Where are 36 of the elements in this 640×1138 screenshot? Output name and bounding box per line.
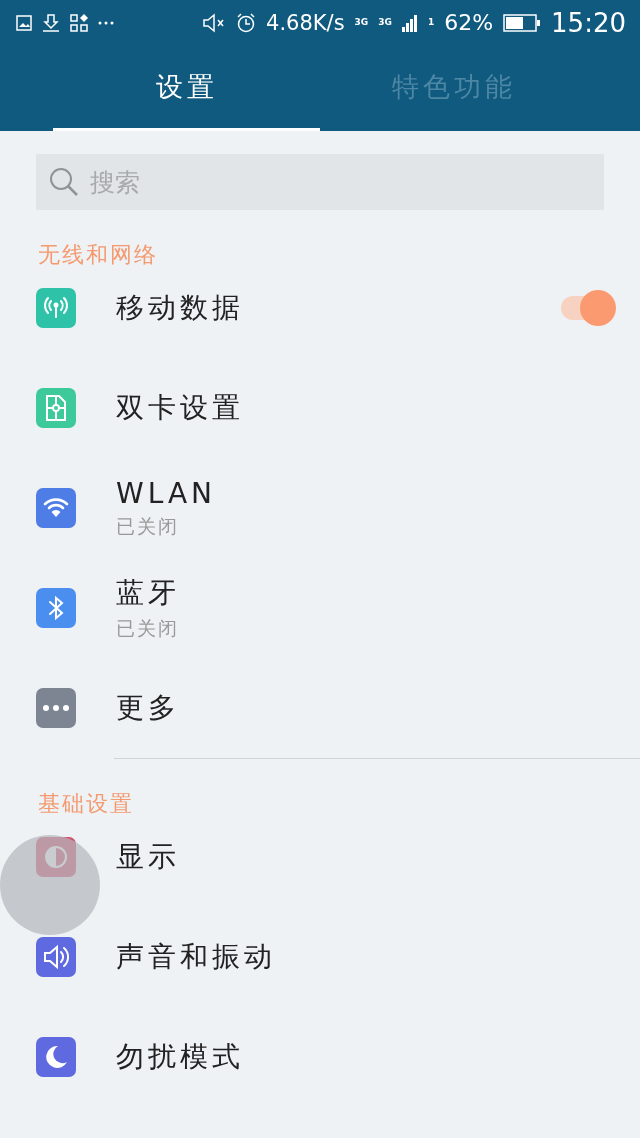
sim-icon bbox=[36, 388, 76, 428]
network-type: 3G bbox=[378, 18, 392, 27]
wifi-icon bbox=[36, 488, 76, 528]
section-header: 基础设置 bbox=[38, 790, 135, 818]
picture-notification-icon bbox=[16, 14, 32, 31]
network-speed: 4.68K/s bbox=[266, 10, 345, 35]
sim-number: 1 bbox=[427, 18, 435, 27]
setting-label[interactable]: 显示 bbox=[116, 838, 616, 876]
setting-label[interactable]: WLAN bbox=[116, 476, 616, 510]
sound-icon bbox=[36, 937, 76, 977]
setting-label[interactable]: 声音和振动 bbox=[116, 938, 616, 976]
search-field[interactable]: 搜索 bbox=[36, 154, 604, 210]
setting-label[interactable]: 移动数据 bbox=[116, 289, 556, 327]
clock: 15:20 bbox=[551, 7, 626, 38]
bluetooth-icon bbox=[36, 588, 76, 628]
setting-label[interactable]: 更多 bbox=[116, 689, 616, 727]
battery-percent: 62% bbox=[444, 10, 494, 35]
mute-icon bbox=[202, 12, 227, 33]
setting-status: 已关闭 bbox=[116, 616, 180, 641]
alarm-icon bbox=[236, 12, 257, 33]
search-icon bbox=[48, 166, 80, 198]
network-type: 3G bbox=[354, 18, 369, 27]
setting-label[interactable]: 勿扰模式 bbox=[116, 1038, 616, 1076]
moon-icon bbox=[36, 1037, 76, 1077]
setting-label[interactable]: 蓝牙 bbox=[116, 574, 616, 612]
more-icon bbox=[36, 688, 76, 728]
setting-status: 已关闭 bbox=[116, 513, 180, 539]
apps-icon bbox=[70, 13, 88, 32]
section-header: 无线和网络 bbox=[38, 241, 159, 269]
download-icon bbox=[42, 13, 60, 32]
battery-icon bbox=[503, 13, 542, 32]
more-notifications-icon bbox=[98, 20, 114, 25]
signal-icon bbox=[401, 13, 418, 32]
tab[interactable]: 设置 bbox=[53, 45, 320, 131]
setting-label[interactable]: 双卡设置 bbox=[116, 389, 616, 427]
antenna-icon bbox=[36, 288, 76, 328]
